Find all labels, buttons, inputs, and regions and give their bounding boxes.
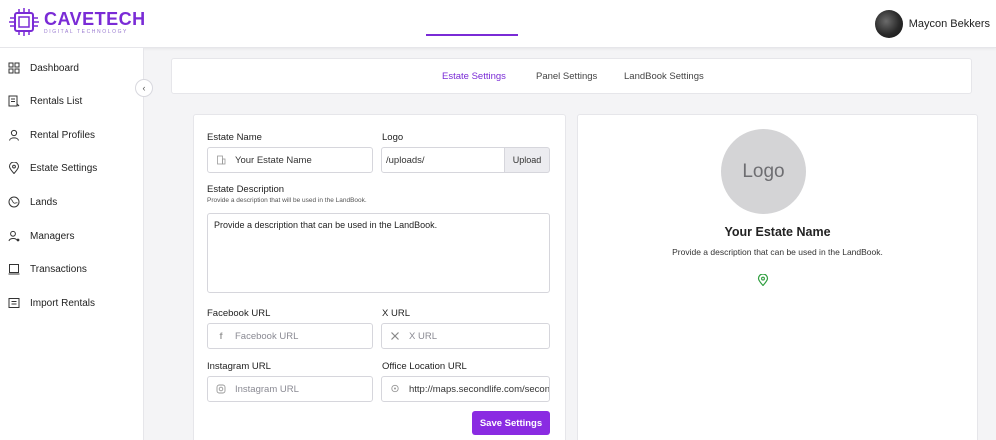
top-bar: CAVETECH DIGITAL TECHNOLOGY Maycon Bekke… bbox=[0, 0, 996, 48]
sidebar-item-label: Dashboard bbox=[30, 62, 79, 74]
sidebar-item-managers[interactable]: Managers bbox=[8, 226, 138, 246]
brand-logo[interactable]: CAVETECH DIGITAL TECHNOLOGY bbox=[8, 7, 146, 37]
brand-name: CAVETECH bbox=[44, 8, 146, 29]
tab-landbook-settings[interactable]: LandBook Settings bbox=[624, 71, 704, 82]
sidebar-item-lands[interactable]: Lands bbox=[8, 192, 138, 212]
settings-tabs: Estate Settings Panel Settings LandBook … bbox=[171, 58, 972, 94]
location-icon bbox=[8, 162, 20, 174]
tab-estate-settings[interactable]: Estate Settings bbox=[442, 71, 506, 82]
logo-placeholder: Logo bbox=[721, 129, 806, 214]
office-location-url-value: http://maps.secondlife.com/secon bbox=[409, 383, 550, 395]
instagram-label: Instagram URL bbox=[207, 361, 271, 372]
sidebar-item-label: Managers bbox=[30, 230, 75, 242]
sidebar-collapse-button[interactable]: ‹ bbox=[135, 79, 153, 97]
location-icon bbox=[391, 384, 399, 393]
grid-icon bbox=[8, 62, 20, 74]
active-tab-indicator bbox=[426, 34, 518, 36]
x-url-label: X URL bbox=[382, 308, 410, 319]
facebook-url-placeholder: Facebook URL bbox=[235, 330, 299, 342]
estate-name-value: Your Estate Name bbox=[235, 154, 312, 166]
preview-estate-description: Provide a description that can be used i… bbox=[672, 247, 883, 257]
preview-estate-name: Your Estate Name bbox=[724, 225, 831, 239]
instagram-url-field[interactable]: Instagram URL bbox=[207, 376, 373, 402]
tab-panel-settings[interactable]: Panel Settings bbox=[536, 71, 597, 82]
receipt-icon bbox=[8, 264, 20, 275]
chip-logo-icon bbox=[9, 8, 39, 36]
x-url-placeholder: X URL bbox=[409, 330, 437, 342]
description-textarea[interactable]: Provide a description that can be used i… bbox=[207, 213, 550, 293]
description-hint: Provide a description that will be used … bbox=[207, 197, 367, 204]
instagram-icon bbox=[216, 384, 226, 394]
manager-icon bbox=[8, 230, 20, 242]
user-name: Maycon Bekkers bbox=[908, 18, 990, 30]
sidebar-item-import-rentals[interactable]: Import Rentals bbox=[8, 293, 138, 313]
sidebar: Dashboard Rentals List Rental Profiles E… bbox=[0, 48, 144, 440]
sidebar-item-label: Rentals List bbox=[30, 95, 83, 107]
estate-name-label: Estate Name bbox=[207, 132, 262, 143]
sidebar-item-rentals-list[interactable]: Rentals List bbox=[8, 91, 138, 111]
sidebar-item-label: Lands bbox=[30, 196, 58, 208]
instagram-url-placeholder: Instagram URL bbox=[235, 383, 299, 395]
building-icon bbox=[217, 155, 226, 165]
list-icon bbox=[8, 95, 20, 107]
globe-icon bbox=[8, 196, 20, 208]
sidebar-item-transactions[interactable]: Transactions bbox=[8, 259, 138, 279]
user-icon bbox=[9, 129, 19, 141]
user-menu[interactable]: Maycon Bekkers bbox=[874, 10, 990, 38]
x-url-field[interactable]: X URL bbox=[381, 323, 550, 349]
logo-path-field[interactable]: /uploads/ bbox=[381, 147, 505, 173]
office-location-label: Office Location URL bbox=[382, 361, 467, 372]
avatar[interactable] bbox=[874, 10, 903, 38]
sidebar-item-label: Estate Settings bbox=[30, 162, 98, 174]
estate-name-field[interactable]: Your Estate Name bbox=[207, 147, 373, 173]
save-settings-button[interactable]: Save Settings bbox=[472, 411, 550, 435]
logo-path-value: /uploads/ bbox=[386, 154, 425, 166]
sidebar-item-label: Import Rentals bbox=[30, 297, 96, 309]
upload-button[interactable]: Upload bbox=[505, 147, 550, 173]
sidebar-item-estate-settings[interactable]: Estate Settings bbox=[8, 158, 138, 178]
sidebar-item-label: Rental Profiles bbox=[30, 129, 96, 141]
import-icon bbox=[8, 298, 20, 308]
logo-label: Logo bbox=[382, 132, 404, 143]
office-location-url-field[interactable]: http://maps.secondlife.com/secon bbox=[381, 376, 550, 402]
map-pin-icon[interactable] bbox=[757, 274, 769, 286]
description-label: Estate Description bbox=[207, 184, 285, 195]
sidebar-item-label: Transactions bbox=[30, 263, 87, 275]
facebook-url-field[interactable]: f Facebook URL bbox=[207, 323, 373, 349]
facebook-label: Facebook URL bbox=[207, 308, 271, 319]
sidebar-item-rental-profiles[interactable]: Rental Profiles bbox=[8, 125, 138, 145]
facebook-icon: f bbox=[219, 331, 223, 341]
x-icon bbox=[391, 332, 399, 340]
sidebar-item-dashboard[interactable]: Dashboard bbox=[8, 58, 138, 78]
brand-tagline: DIGITAL TECHNOLOGY bbox=[44, 28, 128, 35]
